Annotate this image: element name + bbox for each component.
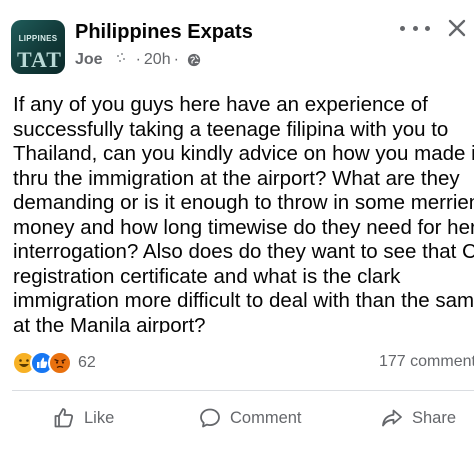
post-text-line: money and how long timewise do they need… [13,215,474,239]
like-outline-icon [54,408,74,428]
share-icon [382,409,402,427]
comment-label: Comment [230,408,302,427]
share-label: Share [412,408,457,427]
avatar-mark: TAT [17,47,62,72]
more-options-icon[interactable] [400,22,430,34]
globe-icon [187,53,201,67]
post-text-line: Thailand, can you kindly advice on how y… [13,142,474,165]
share-button[interactable]: Share [380,405,456,431]
post-text: If any of you guys here have an experien… [13,93,474,333]
group-avatar[interactable]: LIPPINES TAT [11,20,65,74]
divider [12,390,474,391]
post-text-line: immigration more difficult to deal with … [13,289,474,312]
group-name[interactable]: Philippines Expats [75,21,253,44]
post-time[interactable]: 20h [144,51,171,69]
like-button[interactable]: Like [52,405,114,431]
reaction-count: 62 [78,354,96,371]
comment-count[interactable]: 177 comments [379,353,474,371]
post-text-line: interrogation? Also does do they want to… [13,240,474,263]
post-meta: Joe · 20h · [75,49,201,71]
post-text-line: If any of you guys here have an experien… [13,93,428,116]
meta-separator-2: · [173,51,179,68]
post-text-line: thru the immigration at the airport? Wha… [13,166,460,190]
post-header: LIPPINES TAT Philippines Expats Joe · 20… [0,0,474,80]
author-name[interactable]: Joe [75,51,103,69]
post-text-line: successfully taking a teenage filipina w… [13,117,449,141]
avatar-text: LIPPINES [18,34,58,43]
reactions-summary[interactable]: 62 [12,351,96,375]
like-label: Like [84,408,115,427]
angry-icon [48,351,72,375]
comment-icon [200,408,220,428]
member-badge-icon [116,51,125,69]
close-icon[interactable] [445,16,469,40]
post-text-line: registration certificate and what is the… [13,264,401,288]
post-text-line: demanding or is it enough to throw in so… [13,191,474,214]
meta-separator: · [135,51,141,68]
comment-button[interactable]: Comment [198,405,302,431]
post-text-line: at the Manila airport? [13,313,206,334]
